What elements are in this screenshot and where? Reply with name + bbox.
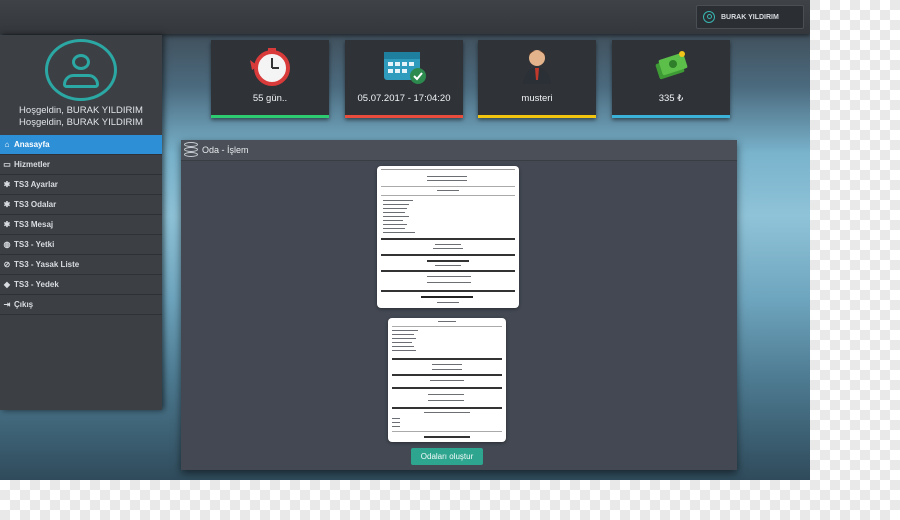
- sidebar: Hoşgeldin, BURAK YILDIRIM Hoşgeldin, BUR…: [0, 35, 162, 410]
- sidebar-item-hizmetler[interactable]: ▭ Hizmetler: [0, 155, 162, 175]
- sidebar-item-ts3-yasak-liste[interactable]: ⊘ TS3 - Yasak Liste: [0, 255, 162, 275]
- stat-value: 05.07.2017 - 17:04:20: [357, 93, 451, 104]
- businessman-icon: [523, 50, 551, 84]
- welcome-text: Hoşgeldin, BURAK YILDIRIM Hoşgeldin, BUR…: [0, 105, 162, 129]
- home-icon: ⌂: [4, 139, 10, 149]
- money-icon: [655, 51, 688, 80]
- sidebar-item-label: TS3 Ayarlar: [14, 180, 58, 189]
- sidebar-item-anasayfa[interactable]: ⌂ Anasayfa: [0, 135, 162, 155]
- sidebar-item-ts3-ayarlar[interactable]: ✱ TS3 Ayarlar: [0, 175, 162, 195]
- stat-card-date: 05.07.2017 - 17:04:20: [345, 40, 463, 118]
- gear-icon: ✱: [3, 179, 11, 189]
- sidebar-item-label: TS3 - Yedek: [14, 280, 59, 289]
- ban-icon: ⊘: [3, 259, 11, 269]
- gear-icon: ✱: [3, 219, 11, 229]
- app-screen: BURAK YILDIRIM Hoşgeldin, BURAK YILDIRIM…: [0, 0, 810, 480]
- sidebar-item-label: Çıkış: [14, 300, 34, 309]
- room-operations-panel: Oda - İşlem Odaları oluştur: [181, 140, 737, 470]
- stat-card-time-left: 55 gün..: [211, 40, 329, 118]
- sidebar-nav: ⌂ Anasayfa ▭ Hizmetler ✱ TS3 Ayarlar ✱ T…: [0, 135, 162, 315]
- stat-value: musteri: [521, 93, 553, 104]
- sidebar-item-cikis[interactable]: ⇥ Çıkış: [0, 295, 162, 315]
- stat-value: 335 ₺: [658, 93, 684, 104]
- panel-header: Oda - İşlem: [181, 140, 737, 161]
- sidebar-item-label: Hizmetler: [14, 160, 51, 169]
- sidebar-item-ts3-yetki[interactable]: ◍ TS3 - Yetki: [0, 235, 162, 255]
- tag-icon: ◆: [3, 279, 11, 289]
- stat-card-balance: 335 ₺: [612, 40, 730, 118]
- calendar-icon: [384, 52, 426, 84]
- top-bar: BURAK YILDIRIM: [0, 0, 810, 34]
- gear-icon: ✱: [3, 199, 11, 209]
- user-icon: [703, 11, 715, 23]
- sidebar-item-label: Anasayfa: [14, 140, 50, 149]
- create-rooms-button[interactable]: Odaları oluştur: [411, 448, 483, 465]
- logout-icon: ⇥: [3, 299, 11, 309]
- user-name: BURAK YILDIRIM: [721, 13, 779, 21]
- stat-bar: [345, 115, 463, 118]
- avatar-icon: [45, 39, 117, 101]
- stat-card-role: musteri: [478, 40, 596, 118]
- welcome-line: Hoşgeldin, BURAK YILDIRIM: [19, 105, 143, 116]
- sidebar-item-label: TS3 - Yetki: [14, 240, 55, 249]
- sidebar-item-label: TS3 - Yasak Liste: [14, 260, 80, 269]
- card-icon: ▭: [3, 159, 11, 169]
- room-preview-document: [377, 166, 519, 308]
- room-preview-document: [388, 318, 506, 442]
- sidebar-item-ts3-yedek[interactable]: ◆ TS3 - Yedek: [0, 275, 162, 295]
- stat-value: 55 gün..: [252, 93, 288, 104]
- welcome-line: Hoşgeldin, BURAK YILDIRIM: [19, 117, 143, 128]
- sidebar-item-label: TS3 Odalar: [14, 200, 57, 209]
- stat-bar: [478, 115, 596, 118]
- sidebar-item-ts3-mesaj[interactable]: ✱ TS3 Mesaj: [0, 215, 162, 235]
- sidebar-item-ts3-odalar[interactable]: ✱ TS3 Odalar: [0, 195, 162, 215]
- panel-title: Oda - İşlem: [202, 145, 249, 155]
- stat-bar: [211, 115, 329, 118]
- database-icon: [184, 142, 198, 158]
- globe-icon: ◍: [3, 239, 11, 249]
- stat-bar: [612, 115, 730, 118]
- stopwatch-icon: [250, 48, 290, 86]
- sidebar-item-label: TS3 Mesaj: [14, 220, 54, 229]
- user-menu-button[interactable]: BURAK YILDIRIM: [696, 5, 804, 29]
